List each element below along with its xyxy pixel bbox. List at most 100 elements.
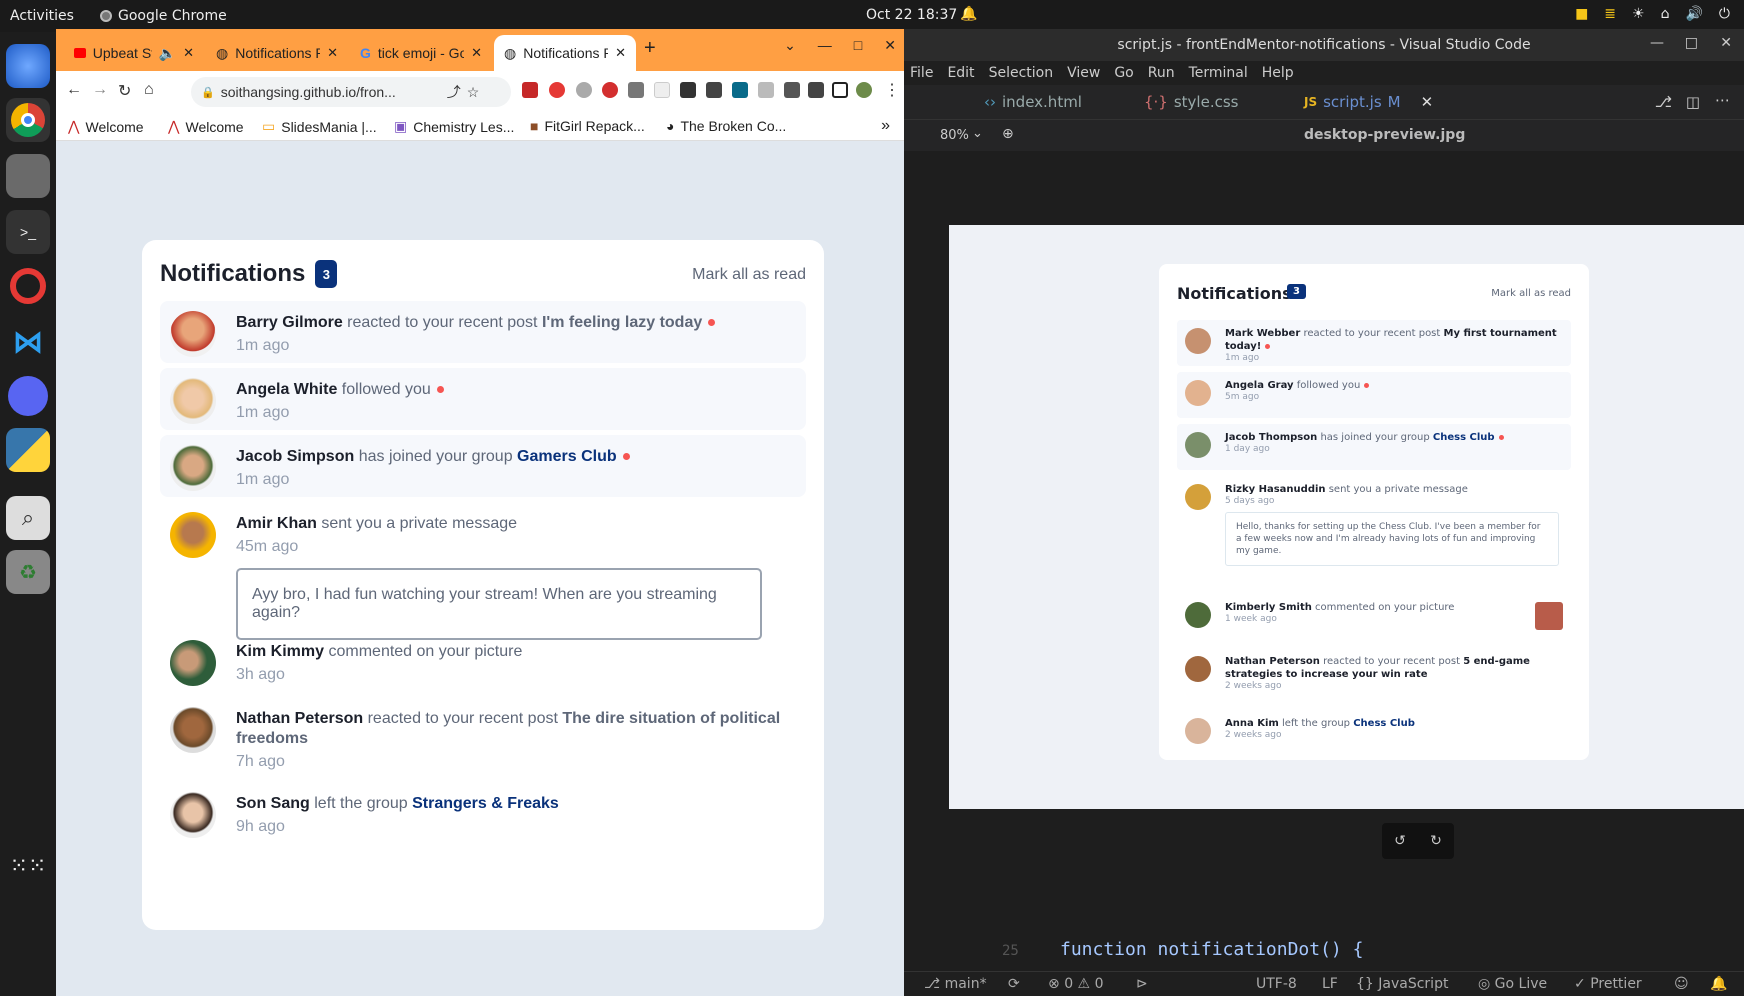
- code-editor-line[interactable]: 25 function notificationDot() {: [904, 931, 1744, 971]
- group-link[interactable]: Gamers Club: [517, 448, 617, 465]
- tab-google-search[interactable]: G tick emoji - Goo ✕: [350, 35, 492, 71]
- close-tab-icon[interactable]: ✕: [1421, 93, 1434, 111]
- code-text[interactable]: function notificationDot() {: [1060, 939, 1363, 960]
- rotate-right-icon[interactable]: ↻: [1430, 833, 1442, 849]
- extensions-puzzle-icon[interactable]: [784, 82, 800, 98]
- discord-icon[interactable]: [6, 374, 50, 418]
- tab-notifications-active[interactable]: ◍ Notifications Pa ✕: [494, 35, 636, 71]
- extension-image-icon[interactable]: [758, 82, 774, 98]
- bookmarks-more-button[interactable]: »: [881, 117, 890, 135]
- menu-terminal[interactable]: Terminal: [1189, 65, 1248, 81]
- git-branch[interactable]: ⎇ main*: [924, 976, 987, 992]
- vscode-close-button[interactable]: ✕: [1720, 35, 1732, 51]
- search-tool-icon[interactable]: ⌕: [6, 496, 50, 540]
- language-mode[interactable]: {} JavaScript: [1356, 976, 1448, 992]
- menu-file[interactable]: File: [910, 65, 933, 81]
- tab-search-icon[interactable]: ⌄: [784, 37, 796, 54]
- show-apps-icon[interactable]: ⁙⁙: [6, 844, 50, 888]
- bookmark-welcome-2[interactable]: ⋀ Welcome: [168, 118, 244, 135]
- terminal-icon[interactable]: >_: [6, 210, 50, 254]
- notification-bell-icon[interactable]: 🔔: [960, 6, 977, 22]
- extension-picker-icon[interactable]: [628, 82, 644, 98]
- audio-icon[interactable]: 🔈: [159, 45, 176, 62]
- close-window-button[interactable]: ✕: [884, 37, 896, 54]
- user-name[interactable]: Barry Gilmore: [236, 314, 343, 331]
- bookmark-slidesmania[interactable]: ▭ SlidesMania |...: [262, 118, 377, 135]
- bookmark-chemistry[interactable]: ▣ Chemistry Les...: [394, 118, 514, 135]
- vscode-minimize-button[interactable]: —: [1650, 35, 1664, 51]
- bookmark-welcome-1[interactable]: ⋀ Welcome: [68, 118, 144, 135]
- user-name[interactable]: Nathan Peterson: [236, 710, 363, 727]
- trash-icon[interactable]: ♻: [6, 550, 50, 594]
- menu-go[interactable]: Go: [1114, 65, 1133, 81]
- user-name[interactable]: Amir Khan: [236, 515, 317, 532]
- menu-view[interactable]: View: [1067, 65, 1100, 81]
- extension-adblock-icon[interactable]: [549, 82, 565, 98]
- more-actions-icon[interactable]: ⋯: [1715, 91, 1730, 109]
- close-tab-icon[interactable]: ✕: [471, 45, 482, 61]
- back-button[interactable]: ←: [66, 81, 82, 99]
- tab-youtube[interactable]: Upbeat Stud 🔈 ✕: [64, 35, 204, 71]
- user-name[interactable]: Angela White: [236, 381, 337, 398]
- address-bar[interactable]: 🔒 soithangsing.github.io/fron... ⤴ ☆: [191, 77, 511, 107]
- notification-item[interactable]: Son Sang left the group Strangers & Frea…: [160, 782, 806, 844]
- bookmark-fitgirl[interactable]: ■ FitGirl Repack...: [530, 118, 645, 134]
- user-name[interactable]: Jacob Simpson: [236, 448, 354, 465]
- extension-box-icon[interactable]: [732, 82, 748, 98]
- minimize-button[interactable]: —: [818, 37, 832, 54]
- side-panel-icon[interactable]: [832, 82, 848, 98]
- line-ending[interactable]: LF: [1322, 976, 1338, 992]
- notification-item[interactable]: Kim Kimmy commented on your picture 3h a…: [160, 630, 806, 692]
- volume-icon[interactable]: 🔊: [1685, 6, 1702, 22]
- tab-script-js[interactable]: JS script.js M ✕: [1304, 93, 1433, 111]
- mark-all-read-button[interactable]: Mark all as read: [692, 266, 806, 284]
- profile-avatar[interactable]: [856, 82, 872, 98]
- tab-style-css[interactable]: {·} style.css: [1144, 93, 1238, 111]
- menu-selection[interactable]: Selection: [989, 65, 1054, 81]
- home-button[interactable]: ⌂: [144, 81, 154, 99]
- zoom-dropdown-icon[interactable]: ⌄: [972, 126, 983, 141]
- zoom-level[interactable]: 80%: [940, 128, 969, 143]
- close-tab-icon[interactable]: ✕: [183, 45, 194, 61]
- brightness-icon[interactable]: ☀: [1632, 6, 1645, 22]
- reload-button[interactable]: ↻: [118, 81, 131, 101]
- post-link[interactable]: I'm feeling lazy today: [542, 314, 702, 331]
- extension-b-icon[interactable]: [654, 82, 670, 98]
- forward-button[interactable]: →: [92, 81, 108, 99]
- clock[interactable]: Oct 22 18:37: [866, 7, 957, 23]
- notification-item[interactable]: Angela White followed you 1m ago: [160, 368, 806, 430]
- new-tab-button[interactable]: +: [644, 37, 656, 60]
- menu-indicator-icon[interactable]: ≣: [1604, 6, 1616, 22]
- go-live-button[interactable]: ◎ Go Live: [1478, 976, 1547, 992]
- problems-indicator[interactable]: ⊗ 0 ⚠ 0: [1048, 976, 1103, 992]
- status-bell-icon[interactable]: 🔔: [1710, 976, 1727, 992]
- debug-icon[interactable]: ⊳: [1136, 976, 1148, 992]
- tab-index-html[interactable]: ‹› index.html: [984, 93, 1082, 111]
- notification-item[interactable]: Amir Khan sent you a private message 45m…: [160, 502, 806, 640]
- user-name[interactable]: Kim Kimmy: [236, 643, 324, 660]
- notification-item[interactable]: Barry Gilmore reacted to your recent pos…: [160, 301, 806, 363]
- menu-help[interactable]: Help: [1262, 65, 1294, 81]
- extension-gray-icon[interactable]: [576, 82, 592, 98]
- focused-app-indicator[interactable]: Google Chrome: [100, 8, 227, 24]
- feedback-icon[interactable]: ☺: [1674, 976, 1689, 992]
- red-circle-app-icon[interactable]: [6, 264, 50, 308]
- chrome-dock-icon[interactable]: [6, 98, 50, 142]
- system-tray[interactable]: ■ ≣ ☀ ⌂ 🔊 ⏻: [1575, 6, 1730, 22]
- python-icon[interactable]: [6, 428, 50, 472]
- rotate-left-icon[interactable]: ↺: [1394, 833, 1406, 849]
- media-control-icon[interactable]: [808, 82, 824, 98]
- notification-item[interactable]: Jacob Simpson has joined your group Game…: [160, 435, 806, 497]
- user-name[interactable]: Son Sang: [236, 795, 310, 812]
- vscode-icon[interactable]: ⋈: [6, 320, 50, 364]
- vscode-maximize-button[interactable]: □: [1685, 35, 1698, 51]
- extension-opera-icon[interactable]: [602, 82, 618, 98]
- maximize-button[interactable]: □: [854, 37, 862, 54]
- notification-item[interactable]: Nathan Peterson reacted to your recent p…: [160, 697, 806, 777]
- sync-icon[interactable]: ⟳: [1008, 976, 1020, 992]
- close-tab-icon[interactable]: ✕: [615, 45, 626, 61]
- power-icon[interactable]: ⏻: [1719, 6, 1730, 22]
- activities-button[interactable]: Activities: [10, 8, 74, 24]
- files-icon[interactable]: [6, 154, 50, 198]
- prettier-status[interactable]: ✓ Prettier: [1574, 976, 1642, 992]
